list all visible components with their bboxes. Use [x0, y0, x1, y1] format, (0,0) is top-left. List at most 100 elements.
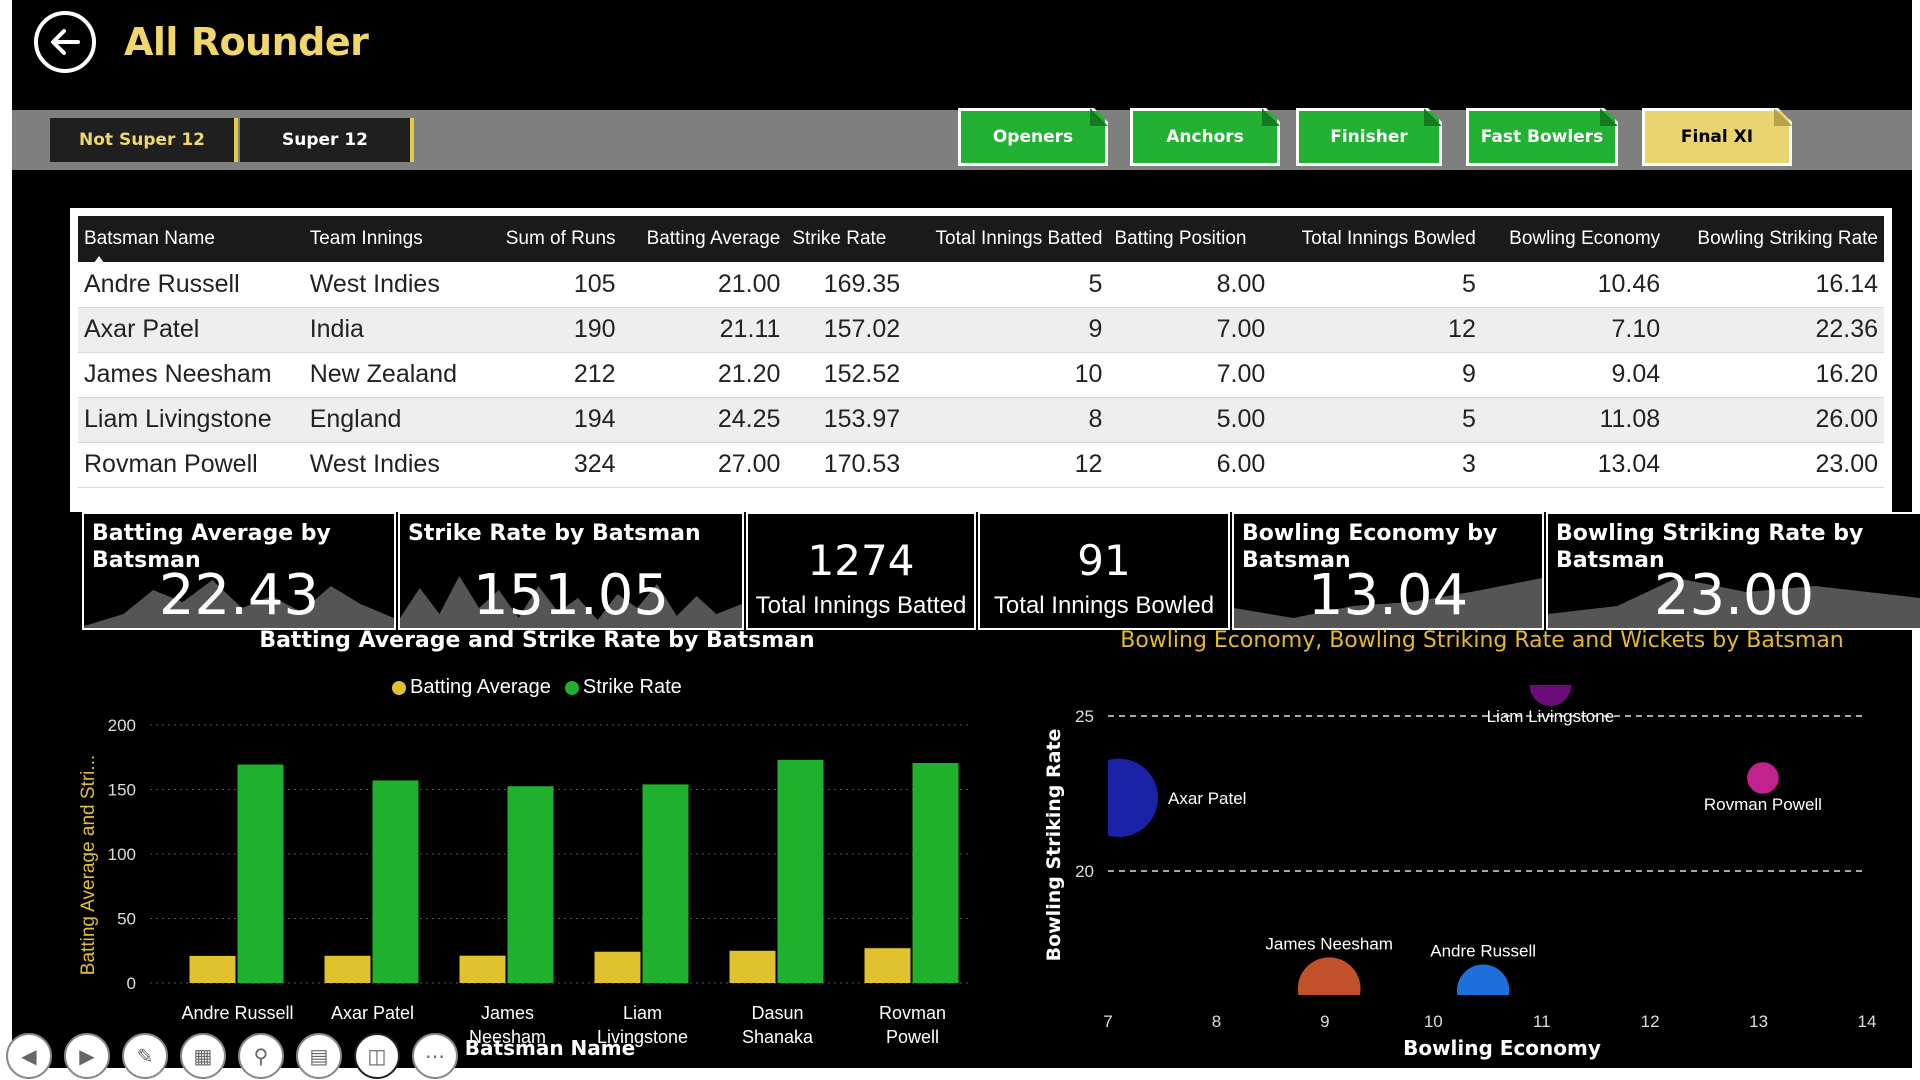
layout-icon[interactable]: ▦: [180, 1033, 226, 1079]
y-tick-label: 200: [108, 716, 136, 735]
fast-bowlers-button[interactable]: Fast Bowlers: [1466, 108, 1618, 166]
col-strike-rate[interactable]: Strike Rate: [786, 216, 907, 262]
kpi-bowling-economy[interactable]: Bowling Economy by Batsman 13.04: [1232, 512, 1544, 630]
table-cell: Axar Patel: [78, 307, 304, 353]
y-tick-label: 50: [117, 910, 136, 929]
page-title: All Rounder: [124, 20, 369, 64]
bar-strike-rate: [372, 780, 419, 983]
pen-icon[interactable]: ✎: [122, 1033, 168, 1079]
anchors-button[interactable]: Anchors: [1130, 108, 1280, 166]
bar-batting-average: [729, 950, 776, 983]
table-cell: 5: [1271, 262, 1482, 308]
col-batsman-name[interactable]: Batsman Name: [78, 216, 304, 263]
camera-icon[interactable]: ◫: [354, 1033, 400, 1079]
scatter-chart[interactable]: 20 25 7 8 9 10 11 12 13 14 Axar Patel Liam Livingst…: [1012, 665, 1902, 1065]
kpi-batting-average[interactable]: Batting Average by Batsman 22.43: [82, 512, 396, 630]
table-cell: 5.00: [1108, 397, 1272, 443]
x-tick-label: 14: [1858, 1012, 1877, 1031]
table-cell: 157.02: [786, 307, 907, 353]
table-row[interactable]: Rovman Powell West Indies 324 27.00 170.53 12…: [78, 442, 1884, 488]
table-row[interactable]: Liam Livingstone England 194 24.25 153.97 8 5.…: [78, 397, 1884, 443]
scatter-point: [1529, 685, 1572, 706]
table-cell: Rovman Powell: [78, 442, 304, 488]
next-icon[interactable]: ▶: [64, 1033, 110, 1079]
back-button[interactable]: [34, 11, 96, 73]
data-label: Rovman Powell: [1704, 795, 1822, 814]
kpi-total-innings-bowled[interactable]: 91 Total Innings Bowled: [978, 512, 1230, 630]
x-tick-label: Liam: [623, 1003, 662, 1023]
bar-strike-rate: [507, 786, 554, 983]
y-axis-title: Bowling Striking Rate: [1043, 729, 1065, 962]
slicer-not-super-12[interactable]: Not Super 12: [50, 118, 238, 162]
table-cell: 152.52: [786, 352, 907, 398]
table-cell: 9.04: [1481, 352, 1667, 398]
zoom-icon[interactable]: ⚲: [238, 1033, 284, 1079]
bar-chart[interactable]: 0 50 100 150 200 Andre Russell Axar Patel James…: [70, 665, 1000, 1065]
x-tick-label: James: [481, 1003, 534, 1023]
table-cell: 212: [483, 352, 622, 398]
scatter-point: [1456, 964, 1510, 995]
y-tick-label: 25: [1075, 707, 1094, 726]
y-tick-label: 150: [108, 781, 136, 800]
scatter-point: [1297, 957, 1361, 995]
table-cell: 12: [906, 442, 1109, 488]
col-batting-position[interactable]: Batting Position: [1108, 216, 1272, 262]
table-cell: 21.11: [621, 307, 787, 353]
table-cell: West Indies: [303, 262, 484, 308]
table-cell: 153.97: [786, 397, 907, 443]
kpi-value: 1274: [807, 536, 915, 585]
scatter-chart-title: Bowling Economy, Bowling Striking Rate a…: [1120, 628, 1844, 653]
kpi-bowling-striking-rate[interactable]: Bowling Striking Rate by Batsman 23.00: [1546, 512, 1920, 630]
openers-button[interactable]: Openers: [958, 108, 1108, 166]
table-cell: England: [303, 397, 484, 443]
table-cell: 105: [483, 262, 622, 308]
kpi-strike-rate[interactable]: Strike Rate by Batsman 151.05: [398, 512, 744, 630]
kpi-label: Total Innings Bowled: [993, 592, 1215, 619]
x-axis-title: Batsman Name: [465, 1036, 635, 1060]
finisher-button[interactable]: Finisher: [1296, 108, 1442, 166]
y-tick-label: 100: [108, 845, 136, 864]
table-cell: 170.53: [786, 442, 907, 488]
table-cell: 10.46: [1481, 262, 1667, 308]
table-cell: Andre Russell: [78, 262, 304, 308]
scatter-point: [1747, 762, 1779, 794]
kpi-total-innings-batted[interactable]: 1274 Total Innings Batted: [746, 512, 976, 630]
bar-batting-average: [459, 955, 506, 983]
x-tick-label: Rovman: [879, 1003, 946, 1023]
col-total-innings-bowled[interactable]: Total Innings Bowled: [1271, 216, 1482, 262]
x-tick-label: 9: [1320, 1012, 1329, 1031]
more-icon[interactable]: ⋯: [412, 1033, 458, 1079]
caption-icon[interactable]: ▤: [296, 1033, 342, 1079]
col-total-innings-batted[interactable]: Total Innings Batted: [906, 216, 1109, 262]
col-sum-of-runs[interactable]: Sum of Runs: [483, 216, 622, 262]
col-team-innings[interactable]: Team Innings: [303, 216, 484, 262]
y-tick-label: 0: [127, 974, 136, 993]
prev-icon[interactable]: ◀: [6, 1033, 52, 1079]
final-xi-button[interactable]: Final XI: [1642, 108, 1792, 166]
table-cell: 24.25: [621, 397, 787, 443]
table-row[interactable]: Axar Patel India 190 21.11 157.02 9 7.00 12 7.10…: [78, 307, 1884, 353]
table-cell: 22.36: [1666, 307, 1884, 353]
table-cell: James Neesham: [78, 352, 304, 398]
table-cell: 13.04: [1481, 442, 1667, 488]
x-axis-title: Bowling Economy: [1403, 1036, 1601, 1060]
table-row[interactable]: James Neesham New Zealand 212 21.20 152.52 10…: [78, 352, 1884, 398]
presentation-toolbar: ◀ ▶ ✎ ▦ ⚲ ▤ ◫ ⋯: [6, 1033, 458, 1079]
slicer-super-12[interactable]: Super 12: [240, 118, 414, 162]
bar-batting-average: [189, 955, 236, 983]
table-cell: 9: [1271, 352, 1482, 398]
kpi-value: 151.05: [473, 563, 669, 628]
table-cell: 27.00: [621, 442, 787, 488]
bar-strike-rate: [642, 784, 689, 983]
col-bowling-economy[interactable]: Bowling Economy: [1481, 216, 1667, 262]
table-row[interactable]: Andre Russell West Indies 105 21.00 169.35 5 8…: [78, 262, 1884, 308]
table-cell: 16.20: [1666, 352, 1884, 398]
bar-strike-rate: [912, 763, 959, 983]
col-batting-average[interactable]: Batting Average: [621, 216, 787, 262]
table-cell: 194: [483, 397, 622, 443]
kpi-value: 22.43: [158, 563, 320, 628]
x-tick-label: 12: [1641, 1012, 1660, 1031]
col-bowling-striking-rate[interactable]: Bowling Striking Rate: [1666, 216, 1884, 262]
table-cell: New Zealand: [303, 352, 484, 398]
data-label: Liam Livingstone: [1487, 707, 1615, 726]
